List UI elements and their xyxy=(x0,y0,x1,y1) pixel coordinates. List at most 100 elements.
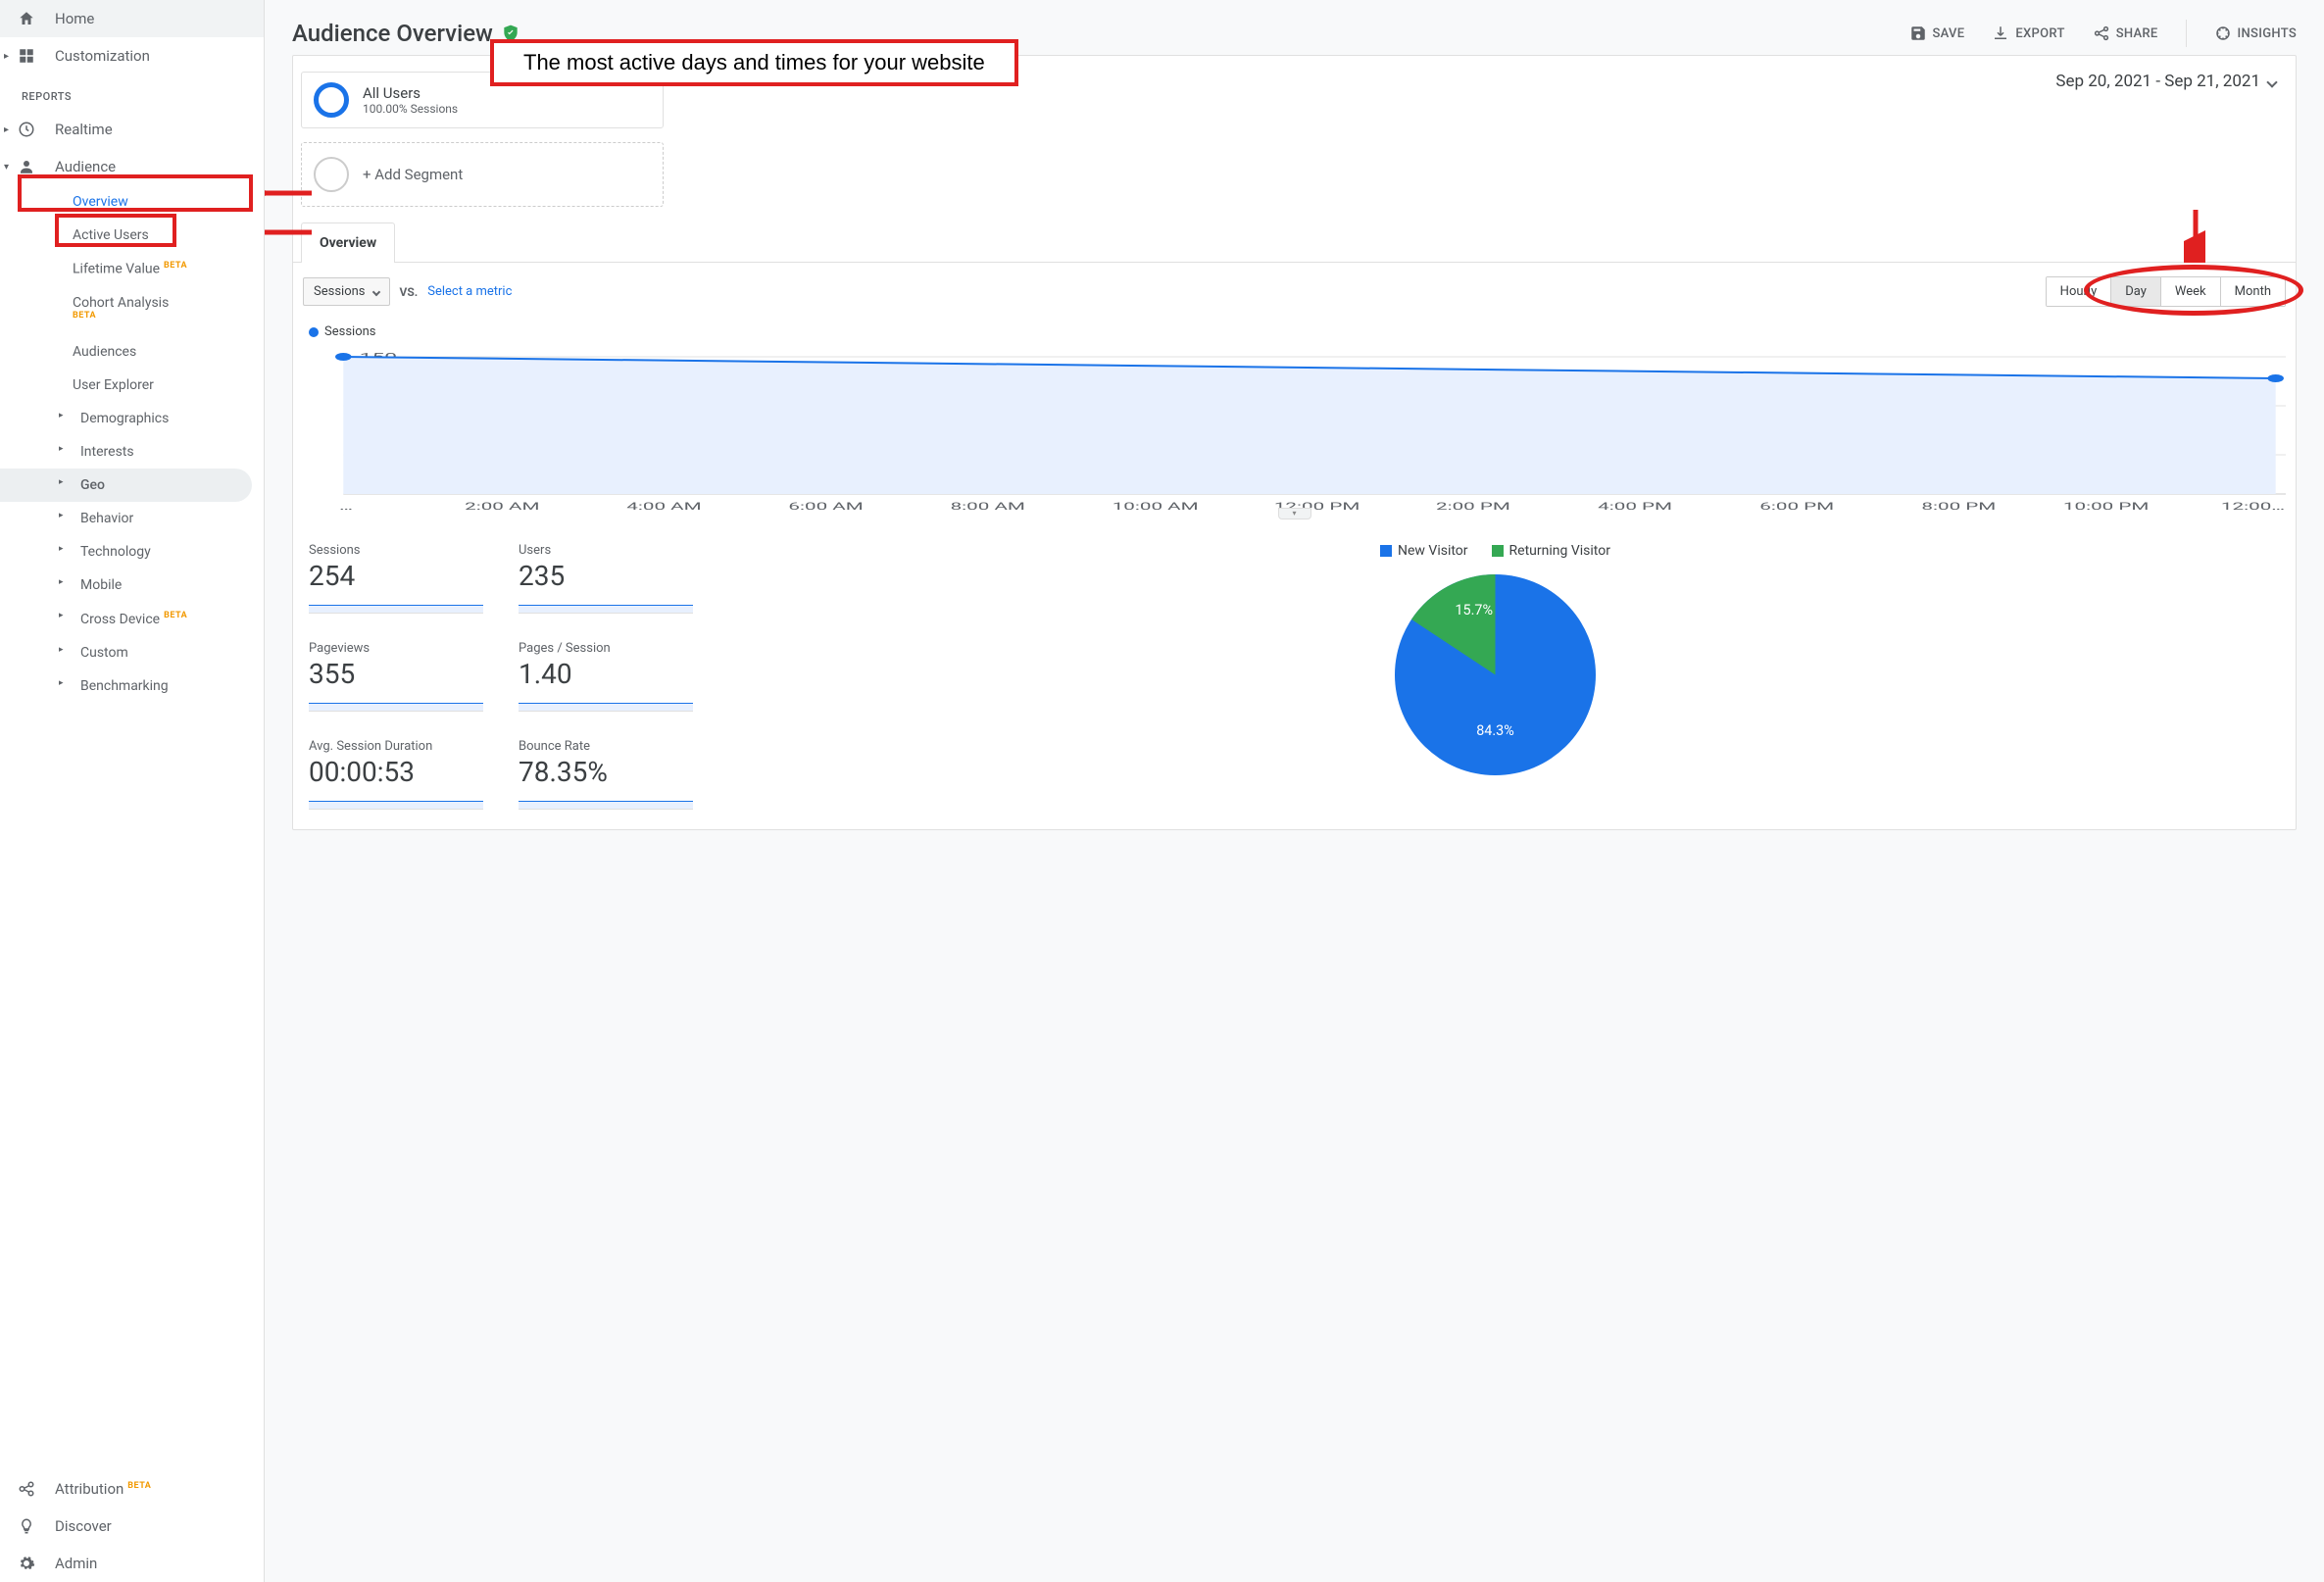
metric-sessions[interactable]: Sessions 254 xyxy=(303,543,489,614)
granularity-week[interactable]: Week xyxy=(2161,277,2221,306)
subnav-benchmarking[interactable]: ▸Benchmarking xyxy=(0,669,264,703)
beta-badge: BETA xyxy=(164,611,187,620)
subnav-overview[interactable]: Overview xyxy=(0,185,264,219)
nav-attribution-label: Attribution xyxy=(55,1480,124,1498)
svg-text:4:00 AM: 4:00 AM xyxy=(626,501,701,513)
sparkline xyxy=(519,596,693,614)
clock-icon xyxy=(16,121,37,138)
subnav-lifetime-value[interactable]: Lifetime ValueBETA xyxy=(0,252,264,286)
nav-customization-label: Customization xyxy=(55,47,150,65)
share-button[interactable]: SHARE xyxy=(2093,25,2158,42)
legend-square-new xyxy=(1380,545,1392,557)
report-card: All Users 100.00% Sessions + Add Segment… xyxy=(292,55,2297,830)
svg-text:4:00 PM: 4:00 PM xyxy=(1598,501,1672,513)
metric-dropdown[interactable]: Sessions xyxy=(303,277,390,306)
chevron-right-icon: ▸ xyxy=(4,51,9,62)
sparkline xyxy=(519,792,693,810)
export-button[interactable]: EXPORT xyxy=(1992,25,2064,42)
segment-subtitle: 100.00% Sessions xyxy=(363,102,458,116)
nav-realtime[interactable]: ▸ Realtime xyxy=(0,111,264,148)
metrics-row: Sessions 254 Users 235 Pageviews 355 xyxy=(293,523,2296,829)
chart-legend: Sessions xyxy=(303,321,2286,343)
svg-text:6:00 PM: 6:00 PM xyxy=(1759,501,1834,513)
chevron-right-icon: ▸ xyxy=(59,411,64,420)
insights-button[interactable]: INSIGHTS xyxy=(2214,25,2297,42)
nav-audience-label: Audience xyxy=(55,158,116,175)
svg-text:…: … xyxy=(339,501,353,513)
line-chart-area: Sessions 150 100 50 xyxy=(293,321,2296,523)
beta-badge: BETA xyxy=(164,261,187,271)
subnav-custom[interactable]: ▸Custom xyxy=(0,636,264,669)
annotation-callout: The most active days and times for your … xyxy=(490,39,1018,86)
attribution-icon xyxy=(16,1480,37,1498)
sessions-line-chart[interactable]: 150 100 50 … 2:00 AM 4:00 AM 6:00 AM 8:0… xyxy=(303,347,2286,514)
nav-customization[interactable]: ▸ Customization xyxy=(0,37,264,74)
metric-bounce-rate[interactable]: Bounce Rate 78.35% xyxy=(513,739,699,810)
granularity-day[interactable]: Day xyxy=(2111,277,2161,306)
download-icon xyxy=(1992,25,2009,42)
chevron-right-icon: ▸ xyxy=(4,124,9,135)
annotation-arrow-overview xyxy=(265,221,314,244)
date-range-picker[interactable]: Sep 20, 2021 - Sep 21, 2021 xyxy=(2055,72,2288,91)
granularity-hourly[interactable]: Hourly xyxy=(2047,277,2112,306)
subnav-mobile[interactable]: ▸Mobile xyxy=(0,569,264,602)
subnav-behavior[interactable]: ▸Behavior xyxy=(0,502,264,535)
legend-dot-icon xyxy=(309,327,319,337)
chart-expand-handle[interactable]: ▾ xyxy=(1278,508,1311,519)
vs-label: VS. xyxy=(400,285,419,299)
main-content: Audience Overview SAVE EXPORT SHARE INSI… xyxy=(265,0,2324,1582)
sidebar: Home ▸ Customization REPORTS ▸ Realtime … xyxy=(0,0,265,1582)
nav-discover[interactable]: Discover xyxy=(0,1508,264,1545)
add-segment-button[interactable]: + Add Segment xyxy=(301,142,664,207)
dashed-circle-icon xyxy=(314,157,349,192)
nav-audience[interactable]: ▾ Audience xyxy=(0,148,264,185)
metric-users[interactable]: Users 235 xyxy=(513,543,699,614)
granularity-month[interactable]: Month xyxy=(2221,277,2285,306)
subnav-technology[interactable]: ▸Technology xyxy=(0,535,264,569)
subnav-overview-label: Overview xyxy=(73,194,128,210)
subnav-geo[interactable]: ▸Geo xyxy=(0,469,252,502)
page-title: Audience Overview xyxy=(292,20,520,47)
dashboard-icon xyxy=(16,47,37,65)
nav-home-label: Home xyxy=(55,10,94,27)
tab-row: Overview xyxy=(293,222,2296,263)
metric-pageviews[interactable]: Pageviews 355 xyxy=(303,641,489,712)
divider xyxy=(2186,20,2187,47)
chevron-down-icon xyxy=(373,284,379,299)
svg-text:8:00 PM: 8:00 PM xyxy=(1921,501,1996,513)
chevron-right-icon: ▸ xyxy=(59,577,64,587)
subnav-audiences[interactable]: Audiences xyxy=(0,335,264,369)
gear-icon xyxy=(16,1555,37,1572)
home-icon xyxy=(16,10,37,27)
subnav-user-explorer[interactable]: User Explorer xyxy=(0,369,264,402)
subnav-demographics[interactable]: ▸Demographics xyxy=(0,402,264,435)
save-icon xyxy=(1909,25,1927,42)
nav-admin[interactable]: Admin xyxy=(0,1545,264,1582)
nav-home[interactable]: Home xyxy=(0,0,264,37)
beta-badge: BETA xyxy=(127,1481,151,1491)
lightbulb-icon xyxy=(16,1517,37,1535)
sparkline xyxy=(309,694,483,712)
chevron-right-icon: ▸ xyxy=(59,645,64,655)
metric-avg-session-duration[interactable]: Avg. Session Duration 00:00:53 xyxy=(303,739,489,810)
granularity-toggle: Hourly Day Week Month xyxy=(2046,276,2286,307)
chevron-down-icon: ▾ xyxy=(4,162,9,173)
select-metric-link[interactable]: Select a metric xyxy=(427,284,512,299)
add-segment-label: + Add Segment xyxy=(363,166,463,183)
subnav-interests[interactable]: ▸Interests xyxy=(0,435,264,469)
legend-square-returning xyxy=(1492,545,1504,557)
subnav-cohort[interactable]: Cohort AnalysisBETA xyxy=(0,286,264,336)
sparkline xyxy=(519,694,693,712)
visitor-pie-chart[interactable]: 15.7% 84.3% xyxy=(1395,574,1596,775)
svg-text:2:00 PM: 2:00 PM xyxy=(1436,501,1510,513)
subnav-cross-device[interactable]: ▸Cross DeviceBETA xyxy=(0,602,264,636)
save-button[interactable]: SAVE xyxy=(1909,25,1965,42)
svg-text:15.7%: 15.7% xyxy=(1456,602,1493,618)
tab-overview[interactable]: Overview xyxy=(301,222,395,263)
nav-attribution[interactable]: AttributionBETA xyxy=(0,1470,264,1508)
chevron-right-icon: ▸ xyxy=(59,511,64,520)
controls-row: Sessions VS. Select a metric Hourly Day … xyxy=(293,263,2296,321)
reports-section-label: REPORTS xyxy=(0,74,264,111)
metric-pages-per-session[interactable]: Pages / Session 1.40 xyxy=(513,641,699,712)
subnav-active-users[interactable]: Active Users xyxy=(0,219,264,252)
